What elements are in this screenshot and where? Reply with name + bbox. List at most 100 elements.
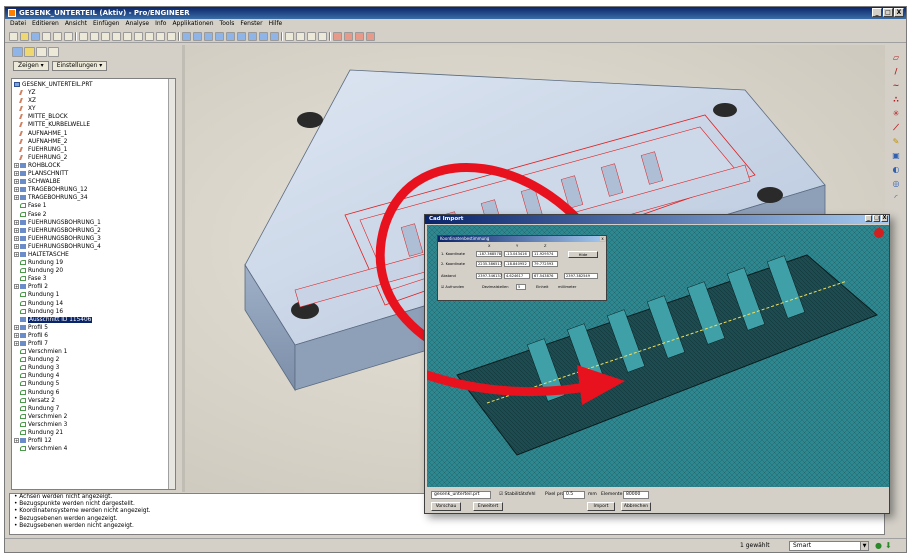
coordinate-systems-icon[interactable] [366,31,375,41]
mesh-view[interactable]: Koordinatenbestimmung x X Y Z 1. Koordin… [427,225,889,487]
expand-icon[interactable]: + [14,171,19,177]
tree-item[interactable]: AUFNAHME_2 [12,138,175,146]
orientation-marker-icon[interactable] [874,228,884,238]
select-icon[interactable] [167,31,176,41]
copy-icon[interactable] [123,31,132,41]
tree-item[interactable]: Verschmien 4 [12,445,175,453]
tree-item[interactable]: GESENK_UNTERTEIL.PRT [12,81,175,89]
view-manager-icon[interactable] [270,31,279,41]
expand-icon[interactable]: + [14,251,19,257]
pixel-input[interactable]: 0.5 [563,491,585,499]
sketch-tool-icon[interactable]: ✎ [891,137,901,146]
datum-axes-icon[interactable] [344,31,353,41]
save-icon[interactable] [31,31,40,41]
tree-item[interactable]: + PLANSCHNITT [12,170,175,178]
orient-icon[interactable] [193,31,202,41]
tree-item[interactable]: XZ [12,97,175,105]
menu-einfuegen[interactable]: Einfügen [93,19,119,29]
selection-filter-select[interactable]: Smart ▼ [789,541,869,551]
csys-tool-icon[interactable]: ✳ [891,109,901,118]
repaint-icon[interactable] [182,31,191,41]
menu-info[interactable]: Info [155,19,166,29]
datum-plane-tool-icon[interactable]: ▱ [891,53,901,62]
tree-item[interactable]: AUFNAHME_1 [12,130,175,138]
expand-icon[interactable]: + [14,179,19,185]
wireframe-icon[interactable] [285,31,294,41]
sketch-curve-tool-icon[interactable]: ~ [891,81,901,90]
tree-item[interactable]: Rundung 14 [12,300,175,308]
revolve-tool-icon[interactable]: ◐ [891,165,901,174]
zoom-in-icon[interactable] [204,31,213,41]
tree-item[interactable]: + FUEHRUNGSBOHRUNG_3 [12,235,175,243]
tree-item[interactable]: Versatz 2 [12,397,175,405]
email-icon[interactable] [53,31,62,41]
tree-item[interactable]: + ROHBLOCK [12,162,175,170]
tree-item[interactable]: Rundung 20 [12,267,175,275]
saved-views-icon[interactable] [248,31,257,41]
tree-item[interactable]: Fase 3 [12,275,175,283]
row1-y[interactable]: -13.043416 [504,251,530,257]
folder-browser-tab-icon[interactable] [24,47,35,57]
minimize-button[interactable]: _ [872,8,882,17]
tree-item[interactable]: Rundung 19 [12,259,175,267]
datum-point-tool-icon[interactable]: ∴ [891,95,901,104]
regenerate-icon[interactable] [64,31,73,41]
expand-icon[interactable]: + [14,243,19,249]
tree-item[interactable]: Rundung 1 [12,291,175,299]
expand-icon[interactable]: + [14,284,19,290]
tree-item[interactable]: Rundung 5 [12,380,175,388]
advanced-button[interactable]: Erweitert [473,502,503,511]
menu-fenster[interactable]: Fenster [240,19,262,29]
round-tool-icon[interactable]: ◜ [891,193,901,202]
menu-datei[interactable]: Datei [10,19,26,29]
tree-item[interactable]: Verschmien 3 [12,421,175,429]
tree-item[interactable]: + Profil 5 [12,324,175,332]
refit-icon[interactable] [226,31,235,41]
hole-tool-icon[interactable]: ◎ [891,179,901,188]
tree-item[interactable]: Rundung 3 [12,364,175,372]
tree-item[interactable]: + Profil 2 [12,283,175,291]
tree-item[interactable]: YZ [12,89,175,97]
cad-maximize-button[interactable]: □ [873,215,880,222]
menu-analyse[interactable]: Analyse [125,19,149,29]
tree-item[interactable]: Ausschnitt ID 115406 [12,316,175,324]
analysis-tool-icon[interactable]: ⟋ [891,123,901,132]
reorient-icon[interactable] [237,31,246,41]
layers-icon[interactable] [259,31,268,41]
stability-checkbox[interactable]: ☑ Stabilitätsfehl [499,491,536,499]
tree-item[interactable]: Rundung 16 [12,308,175,316]
tree-item[interactable]: Verschmien 2 [12,413,175,421]
no-hidden-icon[interactable] [307,31,316,41]
settings-dropdown[interactable]: Einstellungen ▾ [51,61,108,71]
aufrunden-checkbox[interactable]: ☑ Aufrunden [441,284,464,290]
expand-icon[interactable]: + [14,341,19,346]
datum-planes-icon[interactable] [333,31,342,41]
menu-tools[interactable]: Tools [220,19,235,29]
connections-tab-icon[interactable] [48,47,59,57]
tree-item[interactable]: Fase 2 [12,211,175,219]
tree-item[interactable]: Rundung 6 [12,389,175,397]
hide-button[interactable]: Hide [568,251,598,258]
tree-item[interactable]: XY [12,105,175,113]
row1-z[interactable]: 11.929574 [532,251,558,257]
tree-item[interactable]: FUEHRUNG_1 [12,146,175,154]
new-file-icon[interactable] [9,31,18,41]
datum-points-icon[interactable] [355,31,364,41]
tree-item[interactable]: MITTE_BLOCK [12,113,175,121]
tree-item[interactable]: Verschmien 1 [12,348,175,356]
coordinate-dialog-close-icon[interactable]: x [600,236,605,241]
import-button[interactable]: Import [587,502,615,511]
cad-close-button[interactable]: X [881,215,888,222]
tree-item[interactable]: + FUEHRUNGSBOHRUNG_2 [12,227,175,235]
row2-z[interactable]: 79.772593 [532,261,558,267]
extrude-tool-icon[interactable]: ▣ [891,151,901,160]
favorites-tab-icon[interactable] [36,47,47,57]
tree-scrollbar[interactable] [168,79,175,489]
chevron-down-icon[interactable]: ▼ [860,542,868,550]
expand-icon[interactable]: + [14,162,19,168]
expand-icon[interactable]: + [14,187,19,193]
menu-ansicht[interactable]: Ansicht [65,19,87,29]
row2-y[interactable]: -18.840952 [504,261,530,267]
expand-icon[interactable]: + [14,219,19,225]
cut-icon[interactable] [112,31,121,41]
